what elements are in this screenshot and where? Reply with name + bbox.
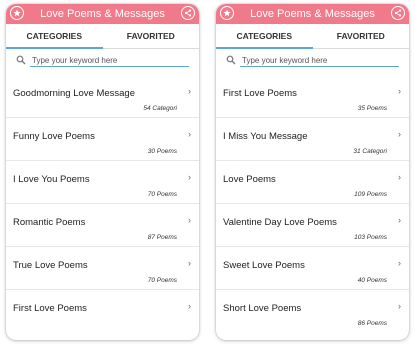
app-title: Love Poems & Messages bbox=[250, 8, 375, 20]
tab-categories[interactable]: CATEGORIES bbox=[6, 24, 103, 49]
share-button[interactable] bbox=[391, 6, 405, 20]
chevron-right-icon: › bbox=[188, 258, 191, 268]
tab-favorited[interactable]: FAVORITED bbox=[103, 24, 200, 48]
screen-left: Love Poems & Messages CATEGORIES FAVORIT… bbox=[6, 4, 199, 340]
list-item[interactable]: Funny Love Poems 30 Poems › bbox=[6, 118, 199, 161]
item-name: Love Poems bbox=[223, 174, 276, 185]
item-name: Goodmorning Love Message bbox=[13, 88, 135, 99]
app-bar: Love Poems & Messages bbox=[6, 4, 199, 24]
search-icon bbox=[226, 55, 236, 65]
chevron-right-icon: › bbox=[398, 172, 401, 182]
chevron-right-icon: › bbox=[398, 301, 401, 311]
list-item[interactable]: Valentine Day Love Poems 103 Poems › bbox=[216, 204, 409, 247]
search-input[interactable]: Type your keyword here bbox=[242, 56, 327, 65]
category-list: Goodmorning Love Message 54 Categori › F… bbox=[6, 75, 199, 332]
chevron-right-icon: › bbox=[188, 86, 191, 96]
item-count: 40 Poems bbox=[357, 277, 387, 284]
list-item[interactable]: Romantic Poems 87 Poems › bbox=[6, 204, 199, 247]
chevron-right-icon: › bbox=[188, 301, 191, 311]
favorite-button[interactable] bbox=[220, 6, 234, 20]
app-title: Love Poems & Messages bbox=[40, 8, 165, 20]
list-item[interactable]: First Love Poems 35 Poems › bbox=[216, 75, 409, 118]
star-icon bbox=[223, 9, 231, 17]
tab-favorited[interactable]: FAVORITED bbox=[313, 24, 410, 48]
item-name: First Love Poems bbox=[13, 303, 87, 314]
tab-bar: CATEGORIES FAVORITED bbox=[6, 24, 199, 49]
search-input[interactable]: Type your keyword here bbox=[32, 56, 117, 65]
list-item[interactable]: Sweet Love Poems 40 Poems › bbox=[216, 247, 409, 290]
tab-bar: CATEGORIES FAVORITED bbox=[216, 24, 409, 49]
item-name: True Love Poems bbox=[13, 260, 88, 271]
list-item[interactable]: Goodmorning Love Message 54 Categori › bbox=[6, 75, 199, 118]
share-icon bbox=[394, 9, 402, 17]
tab-categories[interactable]: CATEGORIES bbox=[216, 24, 313, 49]
chevron-right-icon: › bbox=[398, 258, 401, 268]
item-name: I Love You Poems bbox=[13, 174, 90, 185]
item-name: Sweet Love Poems bbox=[223, 260, 305, 271]
search-underline bbox=[240, 66, 399, 67]
item-count: 70 Poems bbox=[147, 277, 177, 284]
chevron-right-icon: › bbox=[188, 172, 191, 182]
item-count: 87 Poems bbox=[147, 234, 177, 241]
item-count: 30 Poems bbox=[147, 148, 177, 155]
chevron-right-icon: › bbox=[398, 215, 401, 225]
item-count: 54 Categori bbox=[143, 105, 177, 112]
category-list: First Love Poems 35 Poems › I Miss You M… bbox=[216, 75, 409, 332]
app-bar: Love Poems & Messages bbox=[216, 4, 409, 24]
item-name: Valentine Day Love Poems bbox=[223, 217, 337, 228]
item-name: Romantic Poems bbox=[13, 217, 86, 228]
item-name: Short Love Poems bbox=[223, 303, 302, 314]
list-item[interactable]: I Love You Poems 70 Poems › bbox=[6, 161, 199, 204]
list-item[interactable]: Love Poems 109 Poems › bbox=[216, 161, 409, 204]
list-item[interactable]: I Miss You Message 31 Categori › bbox=[216, 118, 409, 161]
item-count: 103 Poems bbox=[354, 234, 387, 241]
chevron-right-icon: › bbox=[398, 129, 401, 139]
share-icon bbox=[184, 9, 192, 17]
share-button[interactable] bbox=[181, 6, 195, 20]
item-count: 86 Poems bbox=[357, 320, 387, 327]
star-icon bbox=[13, 9, 21, 17]
item-count: 35 Poems bbox=[357, 105, 387, 112]
favorite-button[interactable] bbox=[10, 6, 24, 20]
chevron-right-icon: › bbox=[188, 129, 191, 139]
list-item[interactable]: True Love Poems 70 Poems › bbox=[6, 247, 199, 290]
chevron-right-icon: › bbox=[188, 215, 191, 225]
search-icon bbox=[16, 55, 26, 65]
item-name: Funny Love Poems bbox=[13, 131, 95, 142]
search-underline bbox=[30, 66, 189, 67]
list-item[interactable]: Short Love Poems 86 Poems › bbox=[216, 290, 409, 332]
item-count: 109 Poems bbox=[354, 191, 387, 198]
search-bar[interactable]: Type your keyword here bbox=[216, 49, 409, 71]
search-bar[interactable]: Type your keyword here bbox=[6, 49, 199, 71]
item-count: 70 Poems bbox=[147, 191, 177, 198]
screen-right: Love Poems & Messages CATEGORIES FAVORIT… bbox=[216, 4, 409, 340]
item-name: First Love Poems bbox=[223, 88, 297, 99]
list-item[interactable]: First Love Poems › bbox=[6, 290, 199, 332]
chevron-right-icon: › bbox=[398, 86, 401, 96]
item-count: 31 Categori bbox=[353, 148, 387, 155]
item-name: I Miss You Message bbox=[223, 131, 308, 142]
